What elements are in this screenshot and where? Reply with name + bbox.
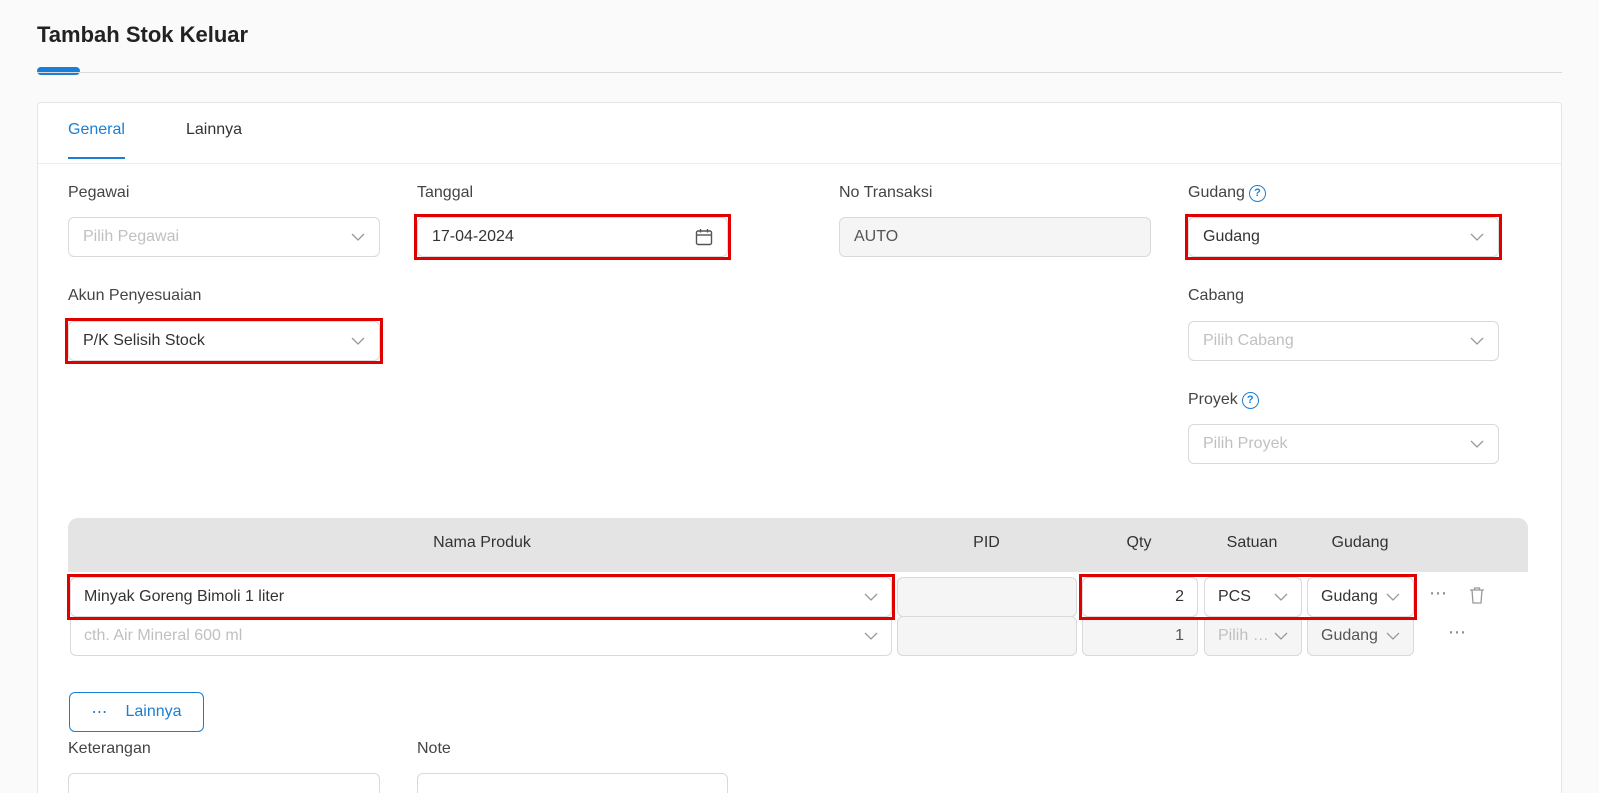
gudang-label: Gudang?	[1188, 184, 1266, 202]
chevron-down-icon	[351, 230, 365, 244]
row1-qty-value: 2	[1175, 588, 1184, 605]
tab-bar: General Lainnya	[38, 103, 1561, 164]
lainnya-button-label: Lainnya	[125, 703, 182, 720]
col-pid: PID	[973, 534, 1000, 551]
row2-qty-input[interactable]: 1	[1082, 616, 1198, 656]
title-divider	[37, 72, 1562, 73]
lainnya-button[interactable]: ⋯ Lainnya	[69, 692, 204, 732]
help-icon[interactable]: ?	[1248, 185, 1266, 202]
chevron-down-icon	[1274, 590, 1288, 604]
col-gudang: Gudang	[1331, 534, 1389, 551]
no-transaksi-value: AUTO	[854, 228, 899, 245]
row2-nama-produk-select[interactable]: cth. Air Mineral 600 ml	[70, 616, 892, 656]
proyek-label-text: Proyek	[1188, 391, 1238, 408]
akun-penyesuaian-label: Akun Penyesuaian	[68, 287, 202, 304]
cabang-label: Cabang	[1188, 287, 1245, 304]
row2-gudang-value: Gudang	[1321, 627, 1378, 644]
tab-lainnya[interactable]: Lainnya	[186, 121, 242, 157]
chevron-down-icon	[864, 590, 878, 604]
chevron-down-icon	[1470, 230, 1484, 244]
col-nama-produk: Nama Produk	[433, 534, 531, 551]
note-input[interactable]	[417, 773, 728, 793]
page-title: Tambah Stok Keluar	[37, 22, 249, 47]
pegawai-select[interactable]: Pilih Pegawai	[68, 217, 380, 257]
row1-pid-field	[897, 577, 1077, 617]
cabang-select[interactable]: Pilih Cabang	[1188, 321, 1499, 361]
row2-qty-value: 1	[1175, 627, 1184, 644]
title-accent-bar	[37, 67, 80, 75]
chevron-down-icon	[1386, 629, 1400, 643]
form-card: General Lainnya Pegawai Tanggal No Trans…	[37, 102, 1562, 793]
proyek-placeholder: Pilih Proyek	[1203, 435, 1288, 452]
no-transaksi-field: AUTO	[839, 217, 1151, 257]
no-transaksi-label: No Transaksi	[839, 184, 933, 201]
row1-nama-produk-value: Minyak Goreng Bimoli 1 liter	[84, 588, 285, 605]
pegawai-placeholder: Pilih Pegawai	[83, 228, 180, 245]
chevron-down-icon	[1274, 629, 1288, 643]
row2-more-icon[interactable]: ⋯	[1448, 622, 1467, 643]
keterangan-input[interactable]	[68, 773, 380, 793]
row1-more-icon[interactable]: ⋯	[1429, 583, 1448, 604]
trash-icon[interactable]	[1469, 586, 1485, 604]
chevron-down-icon	[1386, 590, 1400, 604]
keterangan-label: Keterangan	[68, 740, 151, 757]
row2-satuan-select[interactable]: Pilih Satuan	[1204, 616, 1302, 656]
row1-satuan-select[interactable]: PCS	[1204, 577, 1302, 617]
note-label: Note	[417, 740, 451, 757]
product-table-header: Nama Produk PID Qty Satuan Gudang	[68, 518, 1528, 572]
cabang-placeholder: Pilih Cabang	[1203, 332, 1294, 349]
proyek-label: Proyek?	[1188, 391, 1259, 409]
row2-nama-produk-placeholder: cth. Air Mineral 600 ml	[84, 627, 243, 644]
more-icon: ⋯	[91, 704, 108, 721]
row1-nama-produk-select[interactable]: Minyak Goreng Bimoli 1 liter	[70, 577, 892, 617]
help-icon[interactable]: ?	[1241, 392, 1259, 409]
chevron-down-icon	[1470, 334, 1484, 348]
row1-gudang-select[interactable]: Gudang	[1307, 577, 1414, 617]
tanggal-label: Tanggal	[417, 184, 474, 201]
akun-penyesuaian-select[interactable]: P/K Selisih Stock	[68, 321, 380, 361]
gudang-label-text: Gudang	[1188, 184, 1245, 201]
tanggal-value: 17-04-2024	[432, 228, 514, 245]
col-qty: Qty	[1126, 534, 1152, 551]
gudang-value: Gudang	[1203, 228, 1260, 245]
tanggal-datepicker[interactable]: 17-04-2024	[417, 217, 728, 257]
pegawai-label: Pegawai	[68, 184, 130, 201]
calendar-icon[interactable]	[695, 228, 713, 246]
row2-pid-field	[897, 616, 1077, 656]
chevron-down-icon	[1470, 437, 1484, 451]
tab-general[interactable]: General	[68, 121, 125, 159]
row1-gudang-value: Gudang	[1321, 588, 1378, 605]
row1-satuan-value: PCS	[1218, 588, 1251, 605]
chevron-down-icon	[351, 334, 365, 348]
row1-qty-input[interactable]: 2	[1082, 577, 1198, 617]
row2-gudang-select[interactable]: Gudang	[1307, 616, 1414, 656]
akun-penyesuaian-value: P/K Selisih Stock	[83, 332, 205, 349]
gudang-select[interactable]: Gudang	[1188, 217, 1499, 257]
row2-satuan-placeholder: Pilih Satuan	[1218, 627, 1274, 644]
chevron-down-icon	[864, 629, 878, 643]
col-satuan: Satuan	[1226, 534, 1278, 551]
proyek-select[interactable]: Pilih Proyek	[1188, 424, 1499, 464]
